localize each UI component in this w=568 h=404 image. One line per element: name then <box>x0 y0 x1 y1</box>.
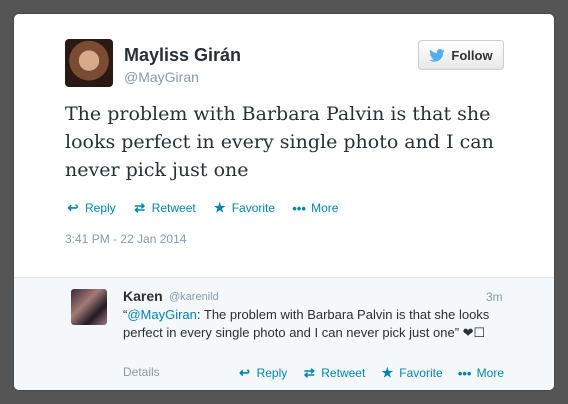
tweet-actions: ↩ Reply ⇄ Retweet ★ Favorite ••• More <box>65 200 339 216</box>
follow-label: Follow <box>451 47 493 63</box>
more-button[interactable]: ••• More <box>291 201 338 216</box>
details-link[interactable]: Details <box>123 365 160 379</box>
tweet-card: Mayliss Girán @MayGiran Follow The probl… <box>14 14 554 390</box>
retweet-icon: ⇄ <box>134 200 146 215</box>
timestamp[interactable]: 3:41 PM - 22 Jan 2014 <box>65 232 186 246</box>
favorite-label: Favorite <box>231 201 276 215</box>
reply-reply-button[interactable]: ↩ Reply <box>237 365 288 381</box>
more-dots-icon: ••• <box>292 200 306 216</box>
reply-button[interactable]: ↩ Reply <box>65 200 116 216</box>
main-tweet: Mayliss Girán @MayGiran Follow The probl… <box>14 14 554 277</box>
retweet-label: Retweet <box>151 201 196 215</box>
favorite-button[interactable]: ★ Favorite <box>212 200 275 216</box>
reply-more-button[interactable]: ••• More <box>457 366 504 381</box>
retweet-icon: ⇄ <box>303 365 315 380</box>
more-label: More <box>311 201 339 215</box>
reply-icon: ↩ <box>239 365 251 380</box>
favorite-star-icon: ★ <box>213 200 226 215</box>
reply-tweet: Karen @karenild 3m “@MayGiran: The probl… <box>14 277 554 390</box>
reply-author-handle[interactable]: @karenild <box>169 291 219 303</box>
reply-text: “@MayGiran: The problem with Barbara Pal… <box>123 306 523 342</box>
twitter-bird-icon <box>429 48 446 62</box>
retweet-button[interactable]: ⇄ Retweet <box>132 200 196 216</box>
reply-retweet-button[interactable]: ⇄ Retweet <box>301 365 365 381</box>
reply-author-name[interactable]: Karen <box>123 288 163 304</box>
reply-favorite-label: Favorite <box>399 366 443 380</box>
more-dots-icon: ••• <box>457 365 472 381</box>
author-handle[interactable]: @MayGiran <box>124 69 199 85</box>
reply-reply-label: Reply <box>256 366 288 380</box>
avatar[interactable] <box>65 39 113 87</box>
author-name[interactable]: Mayliss Girán <box>124 45 241 66</box>
mention-link[interactable]: @MayGiran <box>127 307 197 322</box>
reply-label: Reply <box>85 201 116 215</box>
reply-favorite-button[interactable]: ★ Favorite <box>379 365 442 381</box>
reply-actions: ↩ Reply ⇄ Retweet ★ Favorite ••• More <box>237 365 504 381</box>
reply-time[interactable]: 3m <box>486 290 503 304</box>
reply-retweet-label: Retweet <box>321 366 366 380</box>
reply-icon: ↩ <box>67 200 79 215</box>
favorite-star-icon: ★ <box>381 365 394 380</box>
reply-more-label: More <box>476 366 504 380</box>
follow-button[interactable]: Follow <box>418 40 504 70</box>
tweet-text: The problem with Barbara Palvin is that … <box>65 103 494 181</box>
reply-avatar[interactable] <box>71 289 107 325</box>
